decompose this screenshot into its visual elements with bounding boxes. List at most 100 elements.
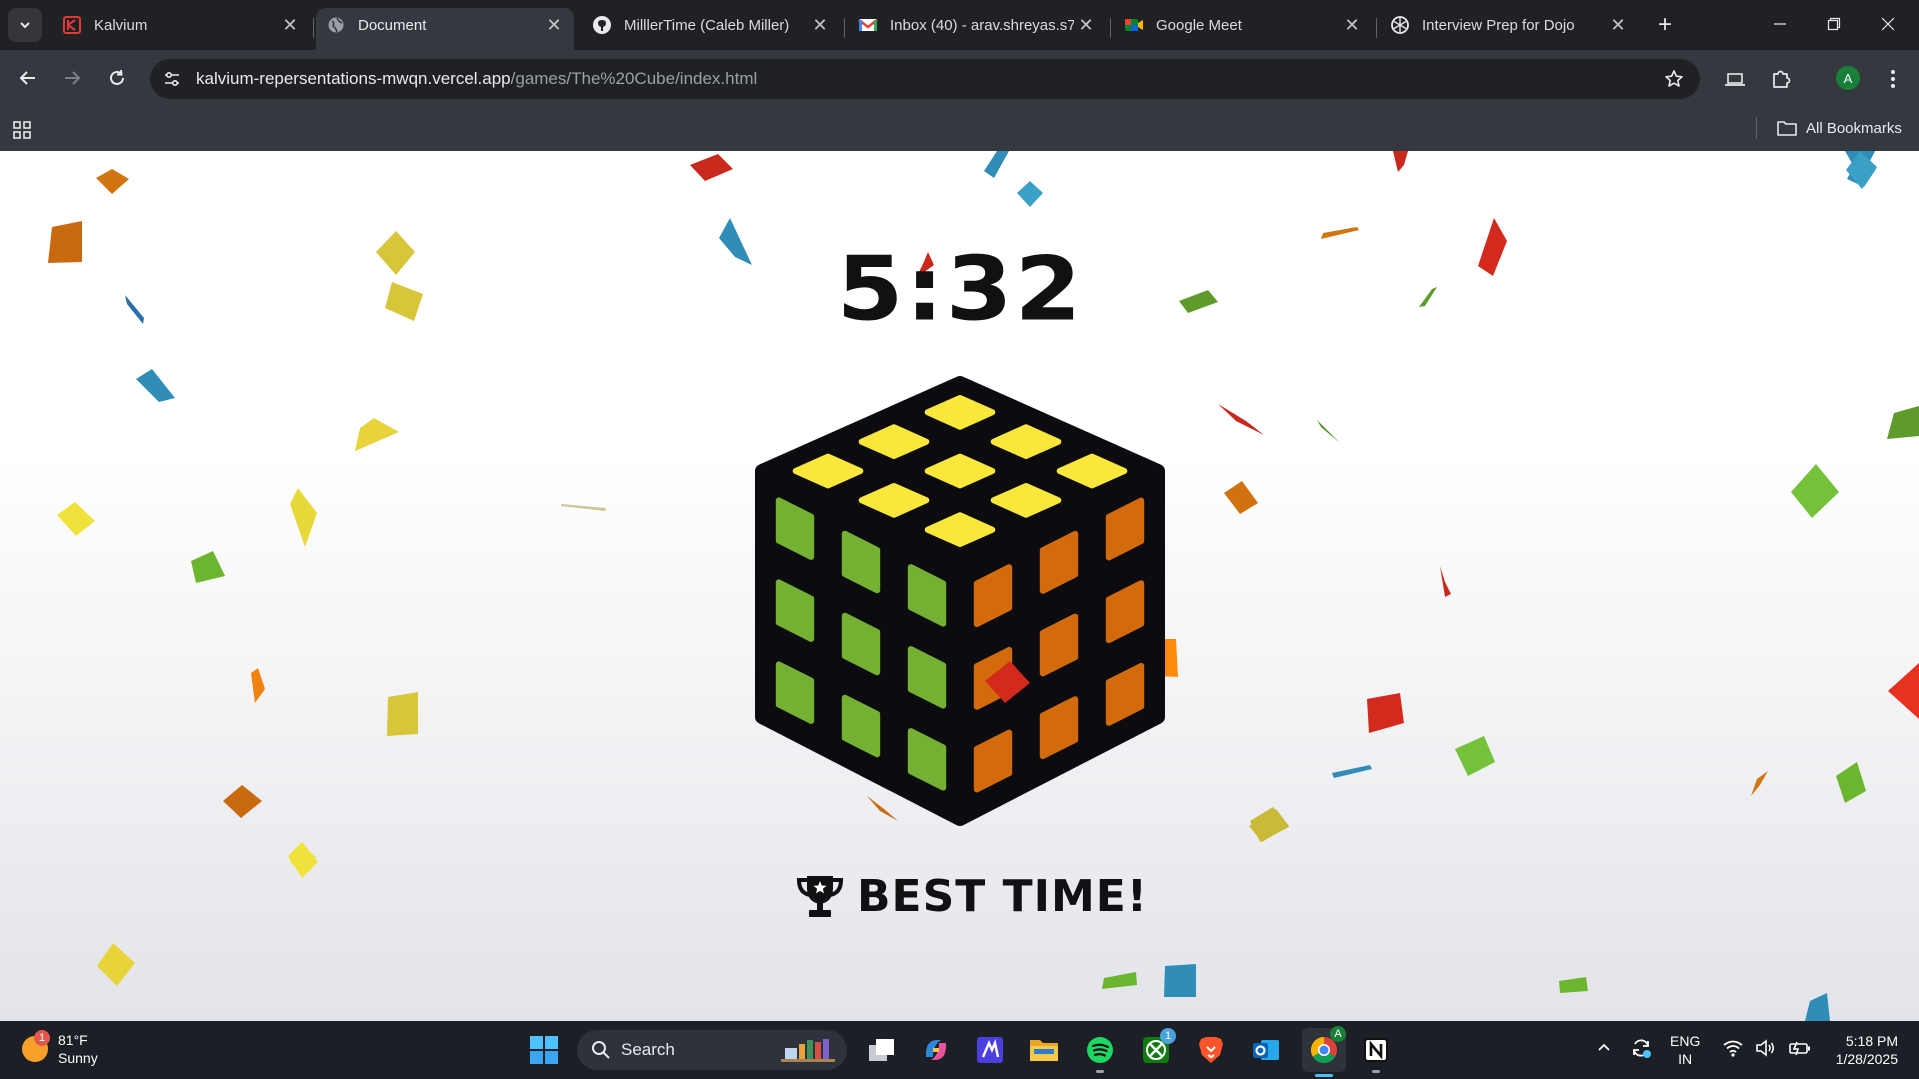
taskbar-vs-code[interactable] (972, 1032, 1008, 1068)
sun-icon: 1 (22, 1030, 50, 1062)
restore-button[interactable] (1804, 0, 1864, 48)
tab-label: Interview Prep for Dojo (1422, 16, 1575, 34)
tab-interview-prep[interactable]: Interview Prep for Dojo ✕ (1380, 8, 1638, 42)
cast-button[interactable] (1720, 64, 1750, 94)
github-icon (592, 15, 612, 35)
arrow-right-icon (65, 71, 81, 85)
reload-button[interactable] (101, 62, 133, 94)
language-line-1: ENG (1670, 1033, 1701, 1049)
weather-condition: Sunny (58, 1050, 98, 1066)
minimize-button[interactable] (1750, 0, 1810, 48)
taskbar-spotify[interactable] (1082, 1032, 1118, 1073)
tab-strip: Kalvium ✕ Document ✕ MilllerTime (Caleb … (0, 0, 1919, 50)
close-icon[interactable]: ✕ (542, 13, 566, 37)
tab-label: Inbox (40) - arav.shreyas.s7 (890, 16, 1074, 34)
reload-icon (110, 69, 124, 85)
search-icon (592, 1041, 610, 1059)
taskbar-chrome[interactable]: A (1302, 1026, 1346, 1077)
tab-divider (1376, 18, 1377, 38)
start-button[interactable] (526, 1032, 562, 1068)
tray-overflow-button[interactable] (1592, 1035, 1616, 1059)
tab-label: Document (358, 16, 427, 34)
forward-button[interactable] (56, 62, 88, 94)
best-time-banner: BEST TIME! (795, 866, 1148, 926)
new-tab-button[interactable]: + (1650, 10, 1680, 40)
tab-label: MilllerTime (Caleb Miller) (624, 16, 790, 34)
input-language[interactable]: ENG IN (1670, 1032, 1700, 1068)
apps-grid-button[interactable] (12, 119, 34, 141)
tab-github[interactable]: MilllerTime (Caleb Miller) ✕ (582, 8, 840, 42)
taskbar-search[interactable]: Search (577, 1030, 847, 1070)
chevron-down-icon (20, 22, 30, 29)
search-highlight-books-icon (781, 1039, 835, 1062)
url-text: kalvium-repersentations-mwqn.vercel.app/… (196, 69, 757, 89)
minimize-icon (1774, 23, 1786, 25)
outlook-icon (1253, 1040, 1279, 1060)
url-host: kalvium-repersentations-mwqn.vercel.app (196, 69, 511, 88)
all-bookmarks-button[interactable]: All Bookmarks (1776, 115, 1902, 141)
more-vert-icon (1891, 70, 1895, 88)
all-bookmarks-label: All Bookmarks (1806, 119, 1902, 137)
copilot-icon (925, 1040, 947, 1060)
taskbar-brave[interactable] (1193, 1032, 1229, 1068)
clock-time: 5:18 PM (1845, 1033, 1898, 1049)
tab-google-meet[interactable]: Google Meet ✕ (1114, 8, 1372, 42)
tab-divider (1110, 18, 1111, 38)
taskbar-task-view[interactable] (864, 1032, 900, 1068)
browser-toolbar: kalvium-repersentations-mwqn.vercel.app/… (0, 50, 1919, 107)
site-info-button[interactable] (156, 63, 188, 95)
rubiks-cube[interactable] (740, 361, 1180, 831)
tab-divider (313, 18, 314, 38)
close-icon[interactable]: ✕ (1606, 13, 1630, 37)
apps-grid-icon (13, 121, 31, 139)
close-icon[interactable]: ✕ (278, 13, 302, 37)
taskbar-xbox[interactable]: 1 (1138, 1028, 1176, 1068)
close-icon[interactable]: ✕ (808, 13, 832, 37)
tune-icon (165, 71, 179, 87)
close-icon[interactable]: ✕ (1340, 13, 1364, 37)
weather-widget[interactable]: 1 81°F Sunny (22, 1030, 98, 1067)
bookmarks-divider (1756, 117, 1757, 139)
best-time-label: BEST TIME! (857, 870, 1148, 922)
close-window-button[interactable] (1858, 0, 1918, 48)
sync-icon (1633, 1039, 1651, 1058)
cube-body (755, 376, 1165, 826)
profile-avatar[interactable]: A (1836, 66, 1860, 90)
back-button[interactable] (12, 62, 44, 94)
browser-menu-button[interactable] (1878, 64, 1908, 94)
address-bar[interactable]: kalvium-repersentations-mwqn.vercel.app/… (150, 59, 1700, 99)
battery-icon (1789, 1041, 1810, 1056)
brave-lion-icon (1199, 1037, 1223, 1063)
extensions-button[interactable] (1766, 64, 1796, 94)
tab-divider (844, 18, 845, 38)
tab-kalvium[interactable]: Kalvium ✕ (52, 8, 310, 42)
tab-gmail[interactable]: Inbox (40) - arav.shreyas.s7 ✕ (848, 8, 1106, 42)
tray-sync[interactable] (1628, 1035, 1654, 1061)
chatgpt-icon (1390, 15, 1410, 35)
bookmark-star-button[interactable] (1662, 67, 1686, 91)
tab-search-button[interactable] (8, 8, 42, 42)
folder-icon (1777, 121, 1797, 136)
puzzle-icon (1773, 70, 1791, 88)
gmail-icon (858, 15, 878, 35)
restore-icon (1827, 17, 1841, 31)
google-meet-icon (1124, 15, 1144, 35)
system-clock[interactable]: 5:18 PM 1/28/2025 (1820, 1032, 1898, 1068)
tray-network-volume-battery[interactable] (1722, 1035, 1812, 1061)
tab-document[interactable]: Document ✕ (316, 8, 574, 50)
search-label: Search (621, 1040, 675, 1059)
game-page: 5:32 BEST TIME! (0, 151, 1919, 1021)
running-indicator (1096, 1070, 1104, 1073)
weather-temp: 81°F (58, 1032, 88, 1048)
wifi-icon (1723, 1040, 1743, 1057)
folder-icon (1030, 1040, 1058, 1061)
taskbar-copilot[interactable] (918, 1032, 954, 1068)
volume-icon (1756, 1039, 1775, 1057)
notion-icon (1364, 1038, 1388, 1062)
close-icon[interactable]: ✕ (1074, 13, 1098, 37)
taskbar-outlook[interactable] (1248, 1032, 1284, 1068)
taskbar-notion[interactable] (1358, 1032, 1394, 1073)
taskbar-file-explorer[interactable] (1026, 1032, 1062, 1068)
tab-label: Kalvium (94, 16, 148, 34)
bookmarks-bar: All Bookmarks (0, 107, 1919, 151)
